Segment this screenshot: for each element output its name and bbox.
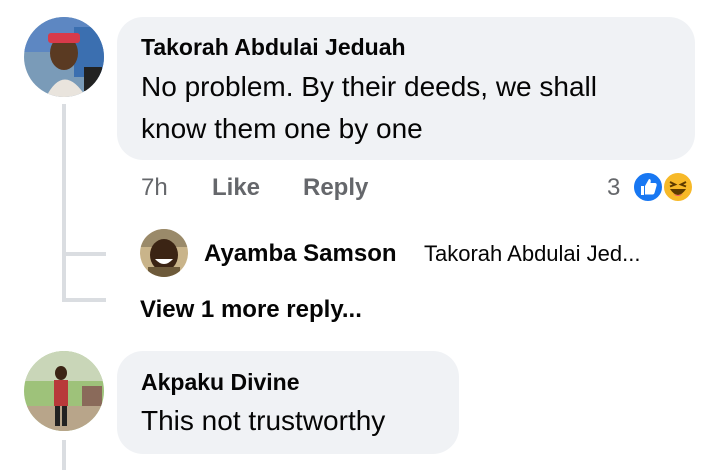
haha-reaction-icon[interactable]: [662, 171, 694, 203]
comment-author[interactable]: Takorah Abdulai Jeduah: [141, 34, 406, 61]
thread-line-more-branch: [62, 298, 106, 302]
avatar-ayamba[interactable]: [140, 229, 188, 277]
like-reaction-icon[interactable]: [632, 171, 664, 203]
thread-line-main: [62, 104, 66, 300]
thread-line-reply-branch: [62, 252, 106, 256]
comment-text-line-2: know them one by one: [141, 113, 423, 144]
view-more-replies-link[interactable]: View 1 more reply...: [140, 296, 362, 324]
reply-preview-snippet[interactable]: Takorah Abdulai Jed...: [424, 241, 640, 267]
avatar-takorah[interactable]: [24, 17, 104, 97]
like-button[interactable]: Like: [212, 174, 260, 202]
avatar-akpaku[interactable]: [24, 351, 104, 431]
comment-text: This not trustworthy: [141, 405, 386, 436]
reaction-count[interactable]: 3: [607, 174, 620, 202]
comment-author[interactable]: Akpaku Divine: [141, 369, 300, 396]
reply-preview-author[interactable]: Ayamba Samson: [204, 240, 397, 268]
comment-timestamp[interactable]: 7h: [141, 174, 168, 202]
comment-text-line-1: No problem. By their deeds, we shall: [141, 71, 597, 102]
reply-button[interactable]: Reply: [303, 174, 368, 202]
thread-line-second: [62, 440, 66, 470]
